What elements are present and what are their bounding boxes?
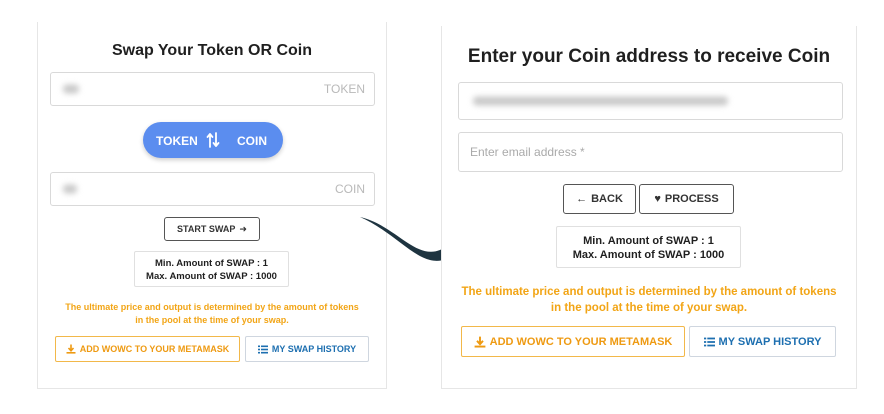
swap-history-label: MY SWAP HISTORY — [718, 335, 822, 348]
swap-history-button[interactable]: MY SWAP HISTORY — [689, 326, 836, 357]
price-note-line2: in the pool at the time of your swap. — [135, 315, 289, 325]
coin-address-input[interactable] — [458, 82, 843, 120]
arrow-right-icon: ➜ — [239, 223, 247, 234]
token-coin-swap-toggle[interactable]: TOKEN COIN — [143, 122, 283, 158]
back-button[interactable]: ← BACK — [563, 184, 636, 214]
address-panel: Enter your Coin address to receive Coin … — [441, 26, 857, 389]
swap-panel: Swap Your Token OR Coin TOKEN TOKEN COIN… — [37, 22, 387, 389]
token-suffix: TOKEN — [323, 82, 365, 96]
price-note: The ultimate price and output is determi… — [442, 284, 856, 316]
add-to-metamask-label: ADD WOWC TO YOUR METAMASK — [489, 335, 673, 348]
start-swap-label: START SWAP — [177, 224, 236, 234]
swap-icon — [206, 132, 220, 148]
toggle-from-label: TOKEN — [156, 134, 198, 148]
download-icon — [66, 344, 76, 354]
start-swap-button[interactable]: START SWAP ➜ — [164, 217, 260, 241]
back-label: BACK — [591, 193, 623, 205]
coin-amount-input[interactable]: COIN — [50, 172, 375, 206]
email-input[interactable]: Enter email address * — [458, 132, 843, 172]
price-note-line1: The ultimate price and output is determi… — [461, 286, 837, 298]
blurred-value — [63, 184, 77, 194]
price-note-line2: in the pool at the time of your swap. — [550, 302, 748, 314]
coin-suffix: COIN — [335, 182, 365, 196]
max-amount-text: Max. Amount of SWAP : 1000 — [572, 249, 725, 261]
swap-limits-box: Min. Amount of SWAP : 1 Max. Amount of S… — [134, 251, 289, 287]
toggle-to-label: COIN — [237, 134, 267, 148]
process-button[interactable]: ♥ PROCESS — [639, 184, 734, 214]
swap-history-button[interactable]: MY SWAP HISTORY — [245, 336, 369, 362]
swap-limits-box: Min. Amount of SWAP : 1 Max. Amount of S… — [556, 226, 741, 268]
min-amount-text: Min. Amount of SWAP : 1 — [155, 258, 268, 269]
blurred-value — [63, 84, 79, 94]
token-amount-input[interactable]: TOKEN — [50, 72, 375, 106]
arrow-left-icon: ← — [576, 193, 588, 205]
swap-history-label: MY SWAP HISTORY — [271, 344, 357, 354]
blurred-address — [473, 96, 728, 106]
min-amount-text: Min. Amount of SWAP : 1 — [583, 235, 714, 247]
add-to-metamask-label: ADD WOWC TO YOUR METAMASK — [79, 344, 230, 354]
email-placeholder: Enter email address * — [470, 145, 585, 159]
heart-icon: ♥ — [654, 193, 661, 205]
price-note-line1: The ultimate price and output is determi… — [65, 302, 359, 312]
list-icon — [257, 345, 268, 353]
download-icon — [474, 336, 486, 348]
add-to-metamask-button[interactable]: ADD WOWC TO YOUR METAMASK — [461, 326, 685, 357]
process-label: PROCESS — [664, 193, 719, 205]
address-title: Enter your Coin address to receive Coin — [467, 46, 831, 67]
add-to-metamask-button[interactable]: ADD WOWC TO YOUR METAMASK — [55, 336, 240, 362]
list-icon — [703, 337, 715, 346]
swap-title: Swap Your Token OR Coin — [111, 42, 312, 59]
price-note: The ultimate price and output is determi… — [38, 301, 386, 327]
max-amount-text: Max. Amount of SWAP : 1000 — [146, 271, 277, 282]
